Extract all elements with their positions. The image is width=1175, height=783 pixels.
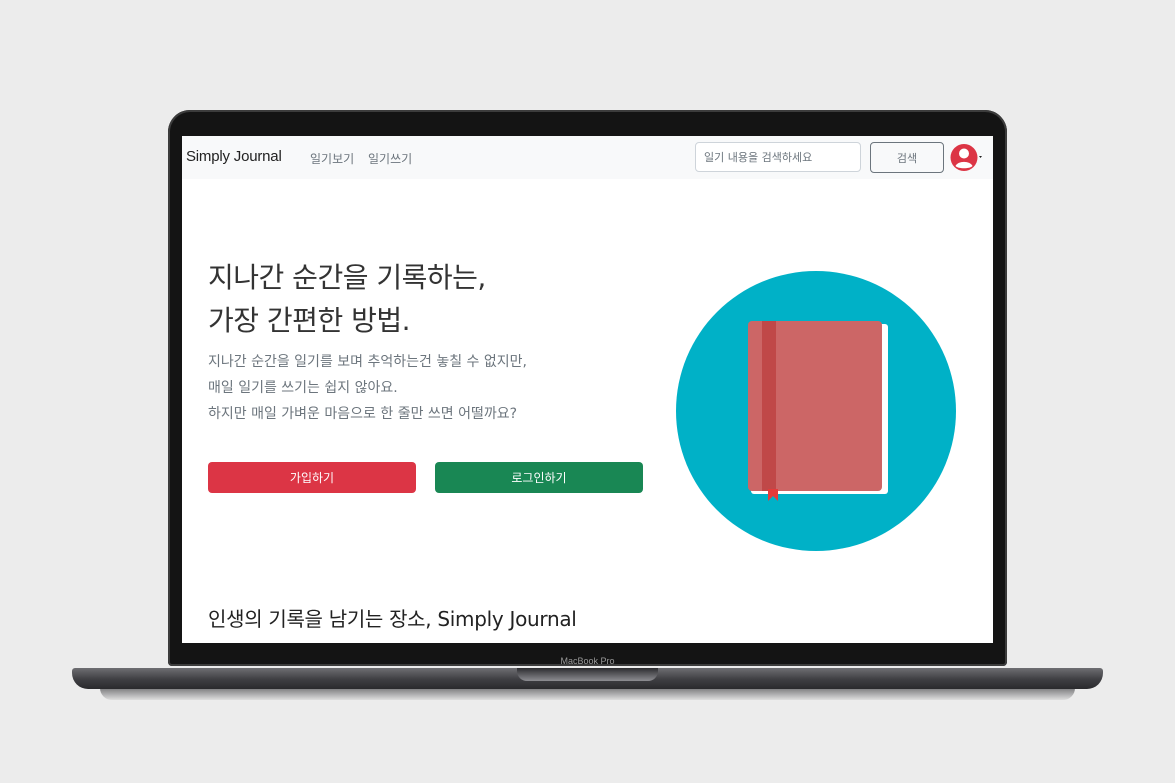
hero-description-line: 하지만 매일 가벼운 마음으로 한 줄만 쓰면 어떨까요?: [208, 406, 518, 422]
nav-link-view-journal[interactable]: 일기보기: [310, 150, 354, 167]
brand-logo[interactable]: Simply Journal: [186, 148, 282, 165]
chevron-down-icon: [979, 156, 982, 158]
search-button[interactable]: 검색: [870, 142, 944, 173]
hero-description-line: 지나간 순간을 일기를 보며 추억하는건 놓칠 수 없지만,: [208, 354, 527, 370]
laptop-notch: [517, 668, 658, 681]
laptop-base-shadow: [100, 688, 1075, 700]
search-input[interactable]: [695, 142, 861, 172]
hero-headline: 지나간 순간을 기록하는, 가장 간편한 방법.: [208, 256, 486, 342]
hero-description-line: 매일 일기를 쓰기는 쉽지 않아요.: [208, 380, 398, 396]
device-label: MacBook Pro: [560, 656, 615, 666]
hero-headline-line1: 지나간 순간을 기록하는,: [208, 261, 486, 294]
browser-viewport: Simply Journal 일기보기 일기쓰기 검색 지나간 순간을 기록하는…: [182, 136, 993, 643]
user-circle-icon: [950, 144, 982, 171]
journal-book-icon: [676, 271, 956, 551]
hero-description: 지나간 순간을 일기를 보며 추억하는건 놓칠 수 없지만, 매일 일기를 쓰기…: [208, 349, 527, 427]
hero-illustration: [676, 271, 956, 551]
hero-headline-line2: 가장 간편한 방법.: [208, 304, 411, 337]
login-button[interactable]: 로그인하기: [435, 462, 643, 493]
navbar: Simply Journal 일기보기 일기쓰기 검색: [182, 136, 993, 179]
user-menu-toggle[interactable]: [950, 142, 982, 173]
nav-link-write-journal[interactable]: 일기쓰기: [368, 150, 412, 167]
section-heading: 인생의 기록을 남기는 장소, Simply Journal: [208, 607, 577, 631]
signup-button[interactable]: 가입하기: [208, 462, 416, 493]
mockup-stage: Simply Journal 일기보기 일기쓰기 검색 지나간 순간을 기록하는…: [0, 0, 1175, 783]
